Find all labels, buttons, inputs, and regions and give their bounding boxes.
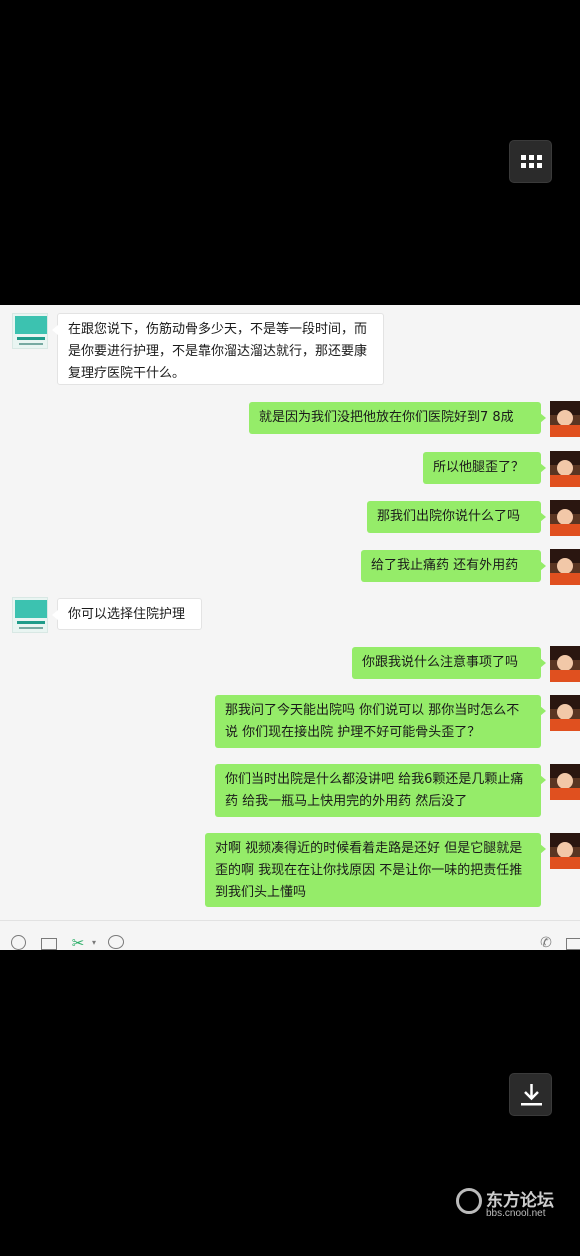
user-avatar[interactable] <box>550 401 580 437</box>
scissors-icon[interactable]: ✂ <box>70 935 86 951</box>
top-black-area <box>0 0 580 305</box>
download-button[interactable] <box>509 1073 552 1116</box>
chat-message-incoming: 在跟您说下，伤筋动骨多少天，不是等一段时间，而是你要进行护理，不是靠你溜达溜达就… <box>52 313 384 385</box>
chat-icon[interactable] <box>108 935 124 949</box>
watermark: 东方论坛 bbs.cnool.net <box>456 1186 576 1222</box>
user-avatar[interactable] <box>550 451 580 487</box>
chat-window: 在跟您说下，伤筋动骨多少天，不是等一段时间，而是你要进行护理，不是靠你溜达溜达就… <box>0 305 580 950</box>
user-avatar[interactable] <box>550 833 580 869</box>
chat-message-outgoing: 对啊 视频凑得近的时候看着走路是还好 但是它腿就是歪的啊 我现在在让你找原因 不… <box>205 833 546 907</box>
chat-message-outgoing: 所以他腿歪了？ <box>423 452 546 484</box>
hospital-avatar[interactable] <box>12 597 48 633</box>
emoji-icon[interactable] <box>11 935 26 950</box>
user-avatar[interactable] <box>550 500 580 536</box>
video-icon[interactable] <box>566 938 580 950</box>
forum-logo-icon <box>456 1188 482 1214</box>
watermark-url: bbs.cnool.net <box>486 1208 546 1219</box>
hospital-avatar[interactable] <box>12 313 48 349</box>
chat-toolbar: ✂ ▾ ✆ <box>0 920 580 951</box>
chevron-down-icon[interactable]: ▾ <box>86 935 102 951</box>
chat-message-incoming: 你可以选择住院护理 <box>52 598 202 630</box>
chat-message-outgoing: 就是因为我们没把他放在你们医院好到7 8成 <box>249 402 546 434</box>
user-avatar[interactable] <box>550 646 580 682</box>
phone-icon[interactable]: ✆ <box>538 935 554 951</box>
user-avatar[interactable] <box>550 764 580 800</box>
chat-message-outgoing: 给了我止痛药 还有外用药 <box>361 550 546 582</box>
folder-icon[interactable] <box>41 938 57 950</box>
chat-message-outgoing: 你跟我说什么注意事项了吗 <box>352 647 546 679</box>
chat-message-outgoing: 那我问了今天能出院吗 你们说可以 那你当时怎么不说 你们现在接出院 护理不好可能… <box>215 695 546 748</box>
chat-message-outgoing: 那我们出院你说什么了吗 <box>367 501 546 533</box>
user-avatar[interactable] <box>550 695 580 731</box>
chat-message-outgoing: 你们当时出院是什么都没讲吧 给我6颗还是几颗止痛药 给我一瓶马上快用完的外用药 … <box>215 764 546 817</box>
grid-menu-button[interactable] <box>509 140 552 183</box>
download-icon <box>521 1084 542 1106</box>
user-avatar[interactable] <box>550 549 580 585</box>
